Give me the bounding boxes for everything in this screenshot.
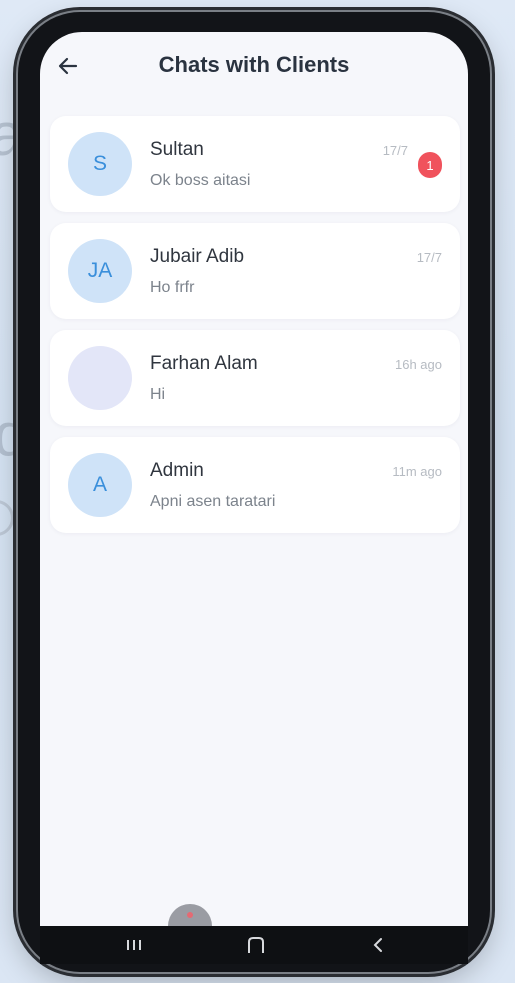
nav-back-button[interactable] <box>358 930 398 960</box>
page-title: Chats with Clients <box>158 52 350 77</box>
avatar: S <box>68 132 132 196</box>
chat-name: Jubair Adib <box>150 246 245 267</box>
recent-apps-icon <box>127 940 141 950</box>
notification-dot <box>187 912 193 918</box>
chat-item-farhan-alam[interactable]: Farhan Alam Hi 16h ago <box>50 330 460 426</box>
chat-preview: Hi <box>150 386 166 403</box>
chat-time: 16h ago <box>395 357 442 372</box>
home-icon <box>248 937 264 953</box>
chat-time: 11m ago <box>392 464 442 479</box>
chat-time: 17/7 <box>416 250 442 265</box>
chat-time: 17/7 <box>382 143 408 158</box>
chat-name: Admin <box>150 460 204 481</box>
recent-apps-button[interactable] <box>114 930 154 960</box>
avatar: JA <box>68 239 132 303</box>
app-screen: Chats with Clients S Sultan Ok boss aita… <box>40 32 468 926</box>
unread-badge: 1 <box>418 152 442 178</box>
chat-item-sultan[interactable]: S Sultan Ok boss aitasi 17/7 1 <box>50 116 460 212</box>
app-header: Chats with Clients <box>40 32 468 102</box>
home-button[interactable] <box>236 930 276 960</box>
chat-item-jubair-adib[interactable]: JA Jubair Adib Ho frfr 17/7 <box>50 223 460 319</box>
chat-list: S Sultan Ok boss aitasi 17/7 1 JA Jubair… <box>50 116 460 544</box>
floating-button[interactable] <box>168 904 212 926</box>
chat-preview: Ho frfr <box>150 279 195 296</box>
avatar <box>68 346 132 410</box>
chat-preview: Ok boss aitasi <box>150 172 251 189</box>
background-ring <box>0 500 14 536</box>
navigation-bar <box>40 926 468 964</box>
chat-name: Sultan <box>150 139 204 160</box>
avatar: A <box>68 453 132 517</box>
chat-item-admin[interactable]: A Admin Apni asen taratari 11m ago <box>50 437 460 533</box>
chat-name: Farhan Alam <box>150 353 258 374</box>
chat-preview: Apni asen taratari <box>150 493 276 510</box>
nav-back-icon <box>373 938 382 952</box>
